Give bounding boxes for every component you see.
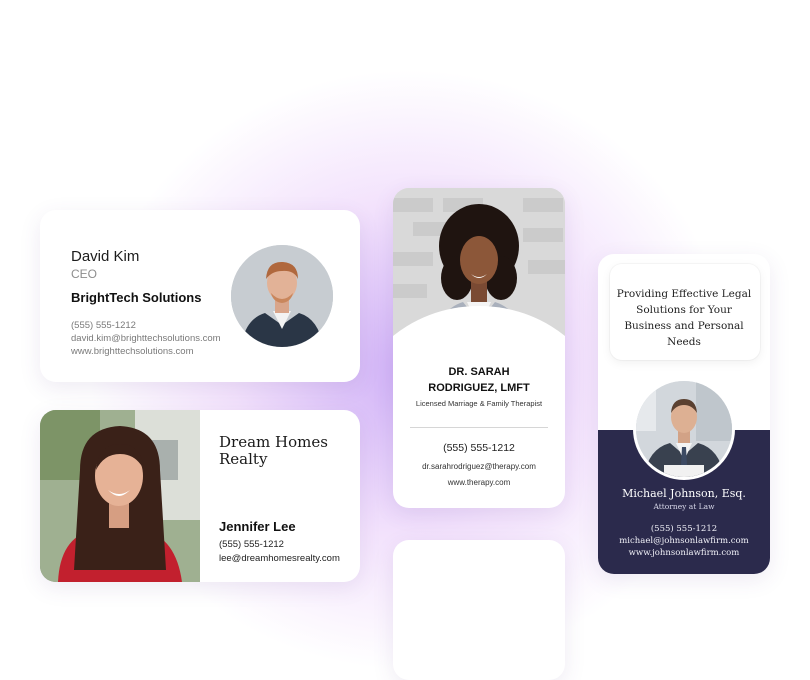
business-card-sarah-rodriguez[interactable]: DR. SARAH RODRIGUEZ, LMFT Licensed Marri… — [393, 188, 565, 508]
card-phone: (555) 555-1212 — [443, 442, 515, 454]
card-title: CEO — [71, 267, 98, 281]
person-portrait-icon — [393, 188, 565, 348]
card-website: www.therapy.com — [447, 478, 511, 487]
card-website: www.brighttechsolutions.com — [71, 346, 194, 357]
business-card-jennifer-lee[interactable]: Dream Homes Realty Jennifer Lee (555) 55… — [40, 410, 360, 582]
card-name: Jennifer Lee — [219, 519, 296, 534]
card-divider — [410, 427, 548, 428]
card-phone: (555) 555-1212 — [219, 539, 284, 550]
business-card-michael-johnson[interactable]: Providing Effective Legal Solutions for … — [598, 254, 770, 574]
card-email: michael@johnsonlawfirm.com — [619, 536, 749, 546]
card-phone: (555) 555-1212 — [650, 524, 718, 534]
card-company: Dream Homes Realty — [219, 433, 328, 468]
person-portrait-icon — [633, 378, 735, 480]
person-portrait-icon — [231, 245, 333, 347]
card-email: david.kim@brighttechsolutions.com — [71, 333, 221, 344]
card-name: Michael Johnson, Esq. — [622, 487, 746, 500]
card-website: www.johnsonlawfirm.com — [628, 548, 740, 558]
card-name: David Kim — [71, 248, 140, 265]
card-name: DR. SARAH RODRIGUEZ, LMFT — [393, 364, 565, 396]
card-name-line2: RODRIGUEZ, LMFT — [428, 382, 530, 394]
card-company: BrightTech Solutions — [71, 290, 202, 305]
card-name-line1: DR. SARAH — [448, 366, 510, 378]
business-card-david-kim[interactable]: David Kim CEO BrightTech Solutions (555)… — [40, 210, 360, 382]
card-phone: (555) 555-1212 — [71, 320, 136, 331]
business-card-blank[interactable] — [393, 540, 565, 680]
person-portrait-icon — [40, 410, 200, 582]
card-email: lee@dreamhomesrealty.com — [219, 553, 340, 564]
card-tagline: Providing Effective Legal Solutions for … — [616, 288, 752, 348]
card-role: Attorney at Law — [653, 502, 715, 511]
card-role: Licensed Marriage & Family Therapist — [415, 399, 543, 408]
card-email: dr.sarahrodriguez@therapy.com — [422, 462, 536, 471]
